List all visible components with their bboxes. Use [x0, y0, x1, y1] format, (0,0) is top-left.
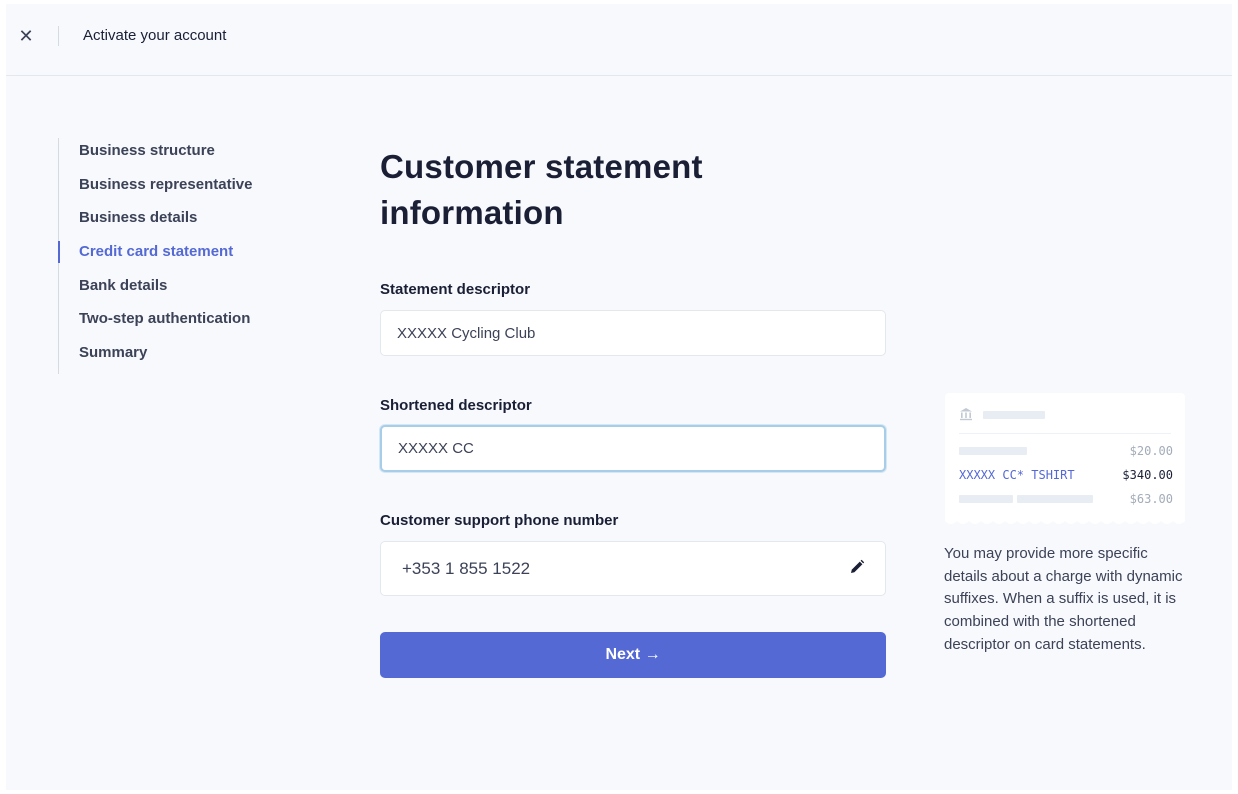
shortened-descriptor-input[interactable]: XXXXX CC: [380, 425, 886, 472]
top-bar: ✕ Activate your account: [6, 4, 1232, 76]
preview-amount-1: $20.00: [1129, 444, 1173, 458]
step-summary[interactable]: Summary: [79, 340, 252, 374]
form-panel: Customer statement information Statement…: [380, 144, 886, 678]
page: ✕ Activate your account Business structu…: [6, 4, 1232, 790]
statement-descriptor-value: XXXXX Cycling Club: [397, 324, 536, 342]
page-header-title: Activate your account: [83, 27, 227, 44]
phone-input[interactable]: +353 1 855 1522: [380, 541, 886, 596]
statement-descriptor-label: Statement descriptor: [380, 281, 531, 298]
placeholder-bar: [959, 495, 1013, 503]
bank-icon: [960, 408, 972, 421]
torn-edge: [945, 517, 1185, 524]
statement-descriptor-input[interactable]: XXXXX Cycling Club: [380, 310, 886, 356]
divider: [58, 26, 59, 46]
step-two-step-authentication[interactable]: Two-step authentication: [79, 306, 252, 340]
dynamic-suffix-help-text: You may provide more specific details ab…: [944, 545, 1183, 653]
page-title-line-2: information: [380, 194, 564, 231]
step-credit-card-statement[interactable]: Credit card statement: [57, 239, 252, 273]
page-title: Customer statement information: [380, 144, 886, 236]
phone-label: Customer support phone number: [380, 512, 619, 529]
next-button[interactable]: Next →: [380, 632, 886, 678]
preview-descriptor-line: XXXXX CC* TSHIRT: [959, 468, 1075, 482]
step-bank-details[interactable]: Bank details: [79, 273, 252, 307]
step-business-details[interactable]: Business details: [79, 205, 252, 239]
placeholder-bar: [1017, 495, 1093, 503]
preview-amount-3: $63.00: [1129, 492, 1173, 506]
card-divider: [959, 433, 1171, 434]
placeholder-bar: [983, 411, 1045, 419]
placeholder-bar: [959, 447, 1027, 455]
step-business-representative[interactable]: Business representative: [79, 172, 252, 206]
preview-amount-2: $340.00: [1122, 468, 1173, 482]
shortened-descriptor-value: XXXXX CC: [398, 440, 474, 457]
shortened-descriptor-label: Shortened descriptor: [380, 397, 532, 414]
phone-value: +353 1 855 1522: [402, 558, 531, 578]
step-nav: Business structure Business representati…: [57, 138, 252, 374]
pencil-icon[interactable]: [849, 559, 865, 575]
page-title-line-1: Customer statement: [380, 148, 703, 185]
close-icon[interactable]: ✕: [16, 26, 36, 46]
step-business-structure[interactable]: Business structure: [79, 138, 252, 172]
statement-preview-card: $20.00 XXXXX CC* TSHIRT $340.00 $63.00: [945, 393, 1185, 524]
